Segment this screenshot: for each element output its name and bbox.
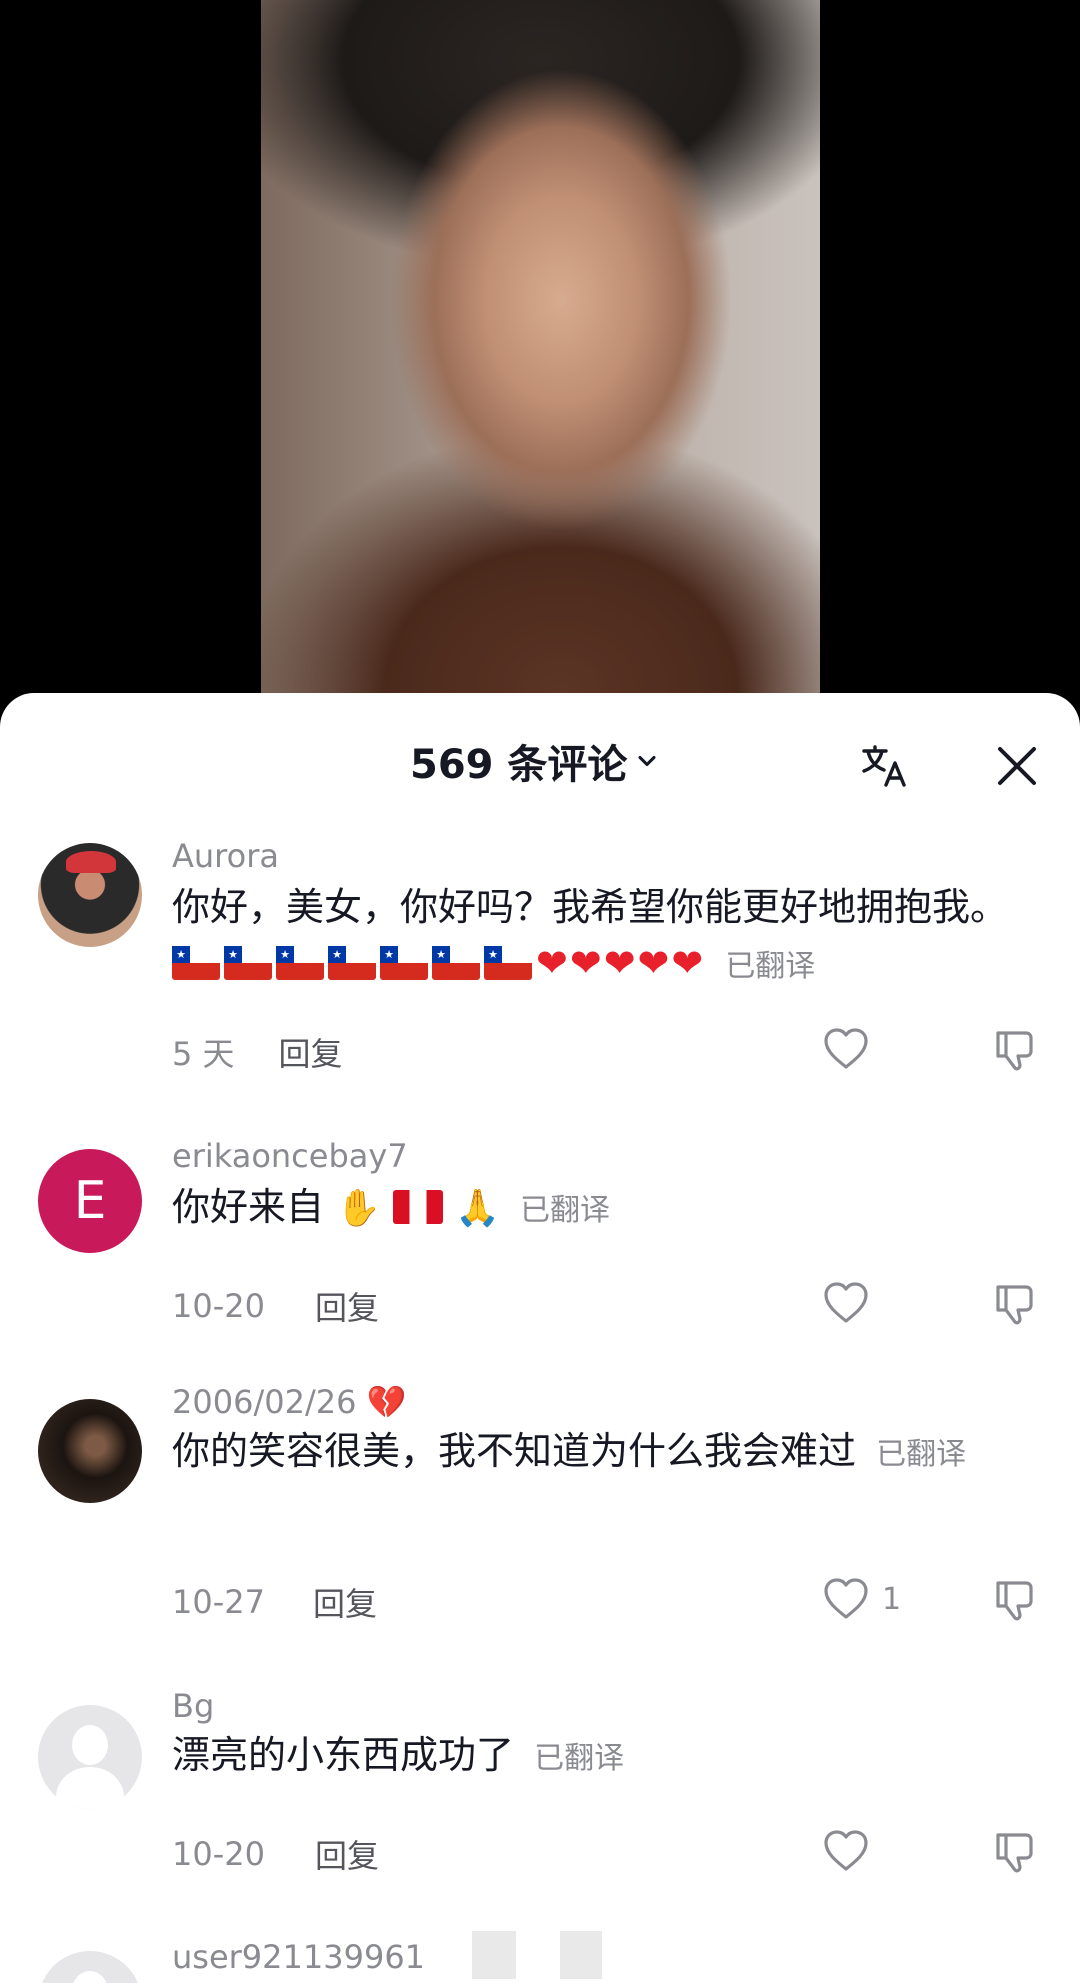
broken-heart-emoji-icon: 💔 xyxy=(366,1383,407,1421)
like-count: 1 xyxy=(882,1581,902,1617)
translated-badge[interactable]: 已翻译 xyxy=(876,1437,966,1472)
comment-text-content: 漂亮的小东西成功了 xyxy=(172,1733,515,1777)
folded-hands-emoji-icon: 🙏 xyxy=(455,1188,500,1229)
heart-emoji-icon: ❤ xyxy=(671,941,704,985)
avatar[interactable]: E xyxy=(38,1149,142,1253)
comment-text: 你好，美女，你好吗？我希望你能更好地拥抱我。 ❤❤❤❤❤ 已翻译 xyxy=(172,879,1032,995)
chile-flag-icon xyxy=(224,946,272,980)
comment-time: 10-20 xyxy=(172,1835,265,1873)
comment-meta: 10-20 回复 xyxy=(172,1831,379,1877)
comments-sheet: 569 条评论 Aurora 你好，美女，你好吗？我希望你能更好地拥抱我。 ❤❤… xyxy=(0,693,1080,1983)
translated-badge[interactable]: 已翻译 xyxy=(725,949,815,984)
thumbs-down-icon[interactable] xyxy=(990,1277,1042,1329)
avatar[interactable] xyxy=(38,1399,142,1503)
reply-button[interactable]: 回复 xyxy=(315,1831,379,1877)
chile-flag-icon xyxy=(380,946,428,980)
video-player[interactable] xyxy=(0,0,1080,720)
translate-icon[interactable] xyxy=(858,739,912,793)
comment-username[interactable]: user921139961 xyxy=(172,1938,425,1976)
translated-badge[interactable]: 已翻译 xyxy=(520,1193,610,1228)
comment-count-label: 569 条评论 xyxy=(410,742,628,788)
comment-username[interactable]: Bg xyxy=(172,1687,214,1725)
chile-flag-icon xyxy=(172,946,220,980)
chile-flag-icon xyxy=(276,946,324,980)
comment-text: 漂亮的小东西成功了 已翻译 xyxy=(172,1727,1032,1787)
heart-outline-icon xyxy=(824,1282,868,1323)
like-button[interactable] xyxy=(820,1023,872,1075)
comment-text: 你的笑容很美，我不知道为什么我会难过 已翻译 xyxy=(172,1423,1032,1483)
comment-text-content: 你的笑容很美，我不知道为什么我会难过 xyxy=(172,1429,857,1473)
avatar[interactable] xyxy=(38,1705,142,1809)
comment-username[interactable]: 2006/02/26 💔 xyxy=(172,1383,406,1421)
reply-button[interactable]: 回复 xyxy=(279,1029,343,1075)
comments-header: 569 条评论 xyxy=(0,693,1080,823)
heart-outline-icon xyxy=(824,1830,868,1871)
comment-count-dropdown[interactable]: 569 条评论 xyxy=(410,731,661,791)
reply-button[interactable]: 回复 xyxy=(315,1283,379,1329)
heart-outline-icon xyxy=(824,1578,868,1619)
video-frame xyxy=(261,0,820,715)
comment-text-content: 你好，美女，你好吗？我希望你能更好地拥抱我。 xyxy=(172,885,1009,929)
comment-username[interactable]: erikaoncebay7 xyxy=(172,1137,408,1175)
thumbs-down-icon[interactable] xyxy=(990,1825,1042,1877)
comment-time: 5 天 xyxy=(172,1035,235,1073)
waving-hand-emoji-icon: ✋ xyxy=(336,1188,381,1229)
chile-flag-icon xyxy=(328,946,376,980)
heart-emoji-icon: ❤ xyxy=(569,941,602,985)
avatar[interactable] xyxy=(38,1951,142,1983)
comment-username[interactable]: Aurora xyxy=(172,837,279,875)
like-button[interactable]: 1 xyxy=(820,1573,901,1625)
comment-meta: 10-27 回复 xyxy=(172,1579,377,1625)
redaction-box xyxy=(560,1931,602,1979)
like-button[interactable] xyxy=(820,1277,872,1329)
comment-text: 你好来自 ✋ 🙏 已翻译 xyxy=(172,1179,1032,1239)
chevron-down-icon xyxy=(638,755,656,767)
translated-badge[interactable]: 已翻译 xyxy=(534,1741,624,1776)
comment-username-text: 2006/02/26 xyxy=(172,1383,357,1421)
like-button[interactable] xyxy=(820,1825,872,1877)
comment-time: 10-20 xyxy=(172,1287,265,1325)
heart-emoji-icon: ❤ xyxy=(637,941,670,985)
comment-meta: 5 天 回复 xyxy=(172,1029,343,1075)
thumbs-down-icon[interactable] xyxy=(990,1023,1042,1075)
redaction-box xyxy=(472,1931,516,1979)
heart-emoji-icon: ❤ xyxy=(603,941,636,985)
peru-flag-icon xyxy=(393,1190,444,1224)
reply-button[interactable]: 回复 xyxy=(313,1579,377,1625)
comment-meta: 10-20 回复 xyxy=(172,1283,379,1329)
chile-flag-icon xyxy=(484,946,532,980)
avatar[interactable] xyxy=(38,843,142,947)
heart-emoji-icon: ❤ xyxy=(536,941,568,985)
heart-outline-icon xyxy=(824,1028,868,1069)
comment-text-content: 你好来自 xyxy=(172,1185,325,1229)
close-icon[interactable] xyxy=(990,739,1044,793)
comment-time: 10-27 xyxy=(172,1583,265,1621)
chile-flag-icon xyxy=(432,946,480,980)
thumbs-down-icon[interactable] xyxy=(990,1573,1042,1625)
